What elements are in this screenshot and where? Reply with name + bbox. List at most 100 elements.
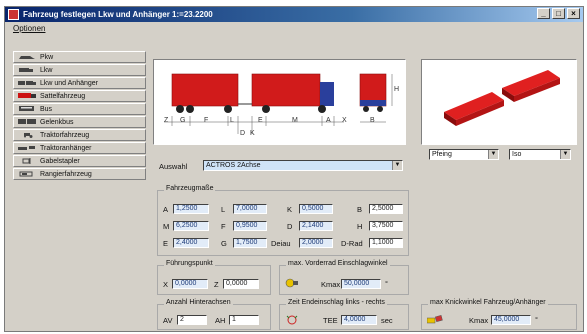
vehicle-3d-render [444, 70, 560, 126]
title-bar[interactable]: Fahrzeug festlegen Lkw und Anhänger 1:=2… [5, 7, 583, 22]
truck-trailer-icon [18, 81, 36, 85]
window-title: Fahrzeug festlegen Lkw und Anhänger 1:=2… [23, 10, 213, 19]
semi-truck-icon [18, 93, 36, 98]
vorderrad-kmax-field[interactable]: 50,0000 [341, 279, 381, 289]
articulation-angle-icon [427, 315, 443, 324]
dim-label-l: L [230, 117, 234, 124]
dim-d-label: D [287, 222, 293, 231]
endeinschlag-unit: sec [381, 316, 393, 325]
bus-icon [19, 106, 34, 111]
endeinschlag-tee-field[interactable]: 4,0000 [341, 315, 377, 325]
view-angle-select[interactable]: Iso ▼ [509, 149, 571, 160]
nav-label: Traktorfahrzeug [40, 131, 90, 139]
dim-g-label: G [221, 239, 227, 248]
dim-f-field[interactable]: 0,9500 [233, 221, 267, 231]
dim-m-label: M [163, 222, 170, 231]
fahrzeugmasse-title: Fahrzeugmaße [164, 185, 216, 192]
vehicle-3d-preview [421, 59, 577, 145]
menu-optionen[interactable]: Optionen [13, 24, 45, 33]
dim-h-field[interactable]: 3,7500 [369, 221, 403, 231]
articulated-bus-icon [18, 119, 36, 124]
dim-k-label: K [287, 205, 293, 214]
vehicle-side-view-diagram [164, 73, 393, 134]
dim-label-k: K [250, 130, 255, 137]
dim-l-label: L [221, 205, 226, 214]
dim-deiau-label: Deiau [271, 239, 291, 248]
dim-k-field[interactable]: 0,5000 [299, 204, 333, 214]
vorderrad-unit: ° [385, 279, 388, 288]
dim-h-label: H [357, 222, 363, 231]
car-icon [19, 56, 35, 59]
menu-bar: Optionen [5, 23, 583, 36]
view-mode-select[interactable]: Pfeing ▼ [429, 149, 499, 160]
tractor-icon [24, 133, 33, 138]
nav-label: Gabelstapler [40, 157, 80, 165]
nav-item-sattelfahrzeug[interactable]: Sattelfahrzeug [13, 90, 146, 102]
nav-item-rangierfahrzeug[interactable]: Rangierfahrzeug [13, 168, 146, 180]
minimize-button[interactable]: _ [537, 8, 550, 19]
dim-label-a: A [326, 117, 331, 124]
vorderrad-kmax-label: Kmax [321, 280, 341, 289]
maximize-button[interactable]: □ [552, 8, 565, 19]
vehicle-type-list: Pkw Lkw Lkw und Anhänger Sattelfahrzeug … [13, 51, 146, 181]
dim-drad-field[interactable]: 1,1000 [369, 238, 403, 248]
fuehrungspunkt-x-label: X [163, 280, 169, 289]
nav-item-lkw[interactable]: Lkw [13, 64, 146, 76]
dim-label-b: B [370, 117, 375, 124]
dim-b-field[interactable]: 2,5000 [369, 204, 403, 214]
dim-e-label: E [163, 239, 169, 248]
dim-label-f: F [204, 117, 209, 124]
dim-label-g: G [180, 117, 186, 124]
auswahl-select[interactable]: ACTROS 2Achse ▼ [203, 160, 403, 171]
endeinschlag-title: Zeit Endeinschlag links - rechts [286, 299, 387, 306]
dim-deiau-field[interactable]: 2,0000 [299, 238, 333, 248]
fuehrungspunkt-z-field[interactable]: 0,0000 [223, 279, 259, 289]
endeinschlag-tee-label: TEE [323, 316, 338, 325]
fuehrungspunkt-title: Führungspunkt [164, 260, 215, 267]
hinterachsen-av-field[interactable]: 2 [177, 315, 207, 325]
nav-item-gelenkbus[interactable]: Gelenkbus [13, 116, 146, 128]
dim-l-field[interactable]: 7,0000 [233, 204, 267, 214]
dim-g-field[interactable]: 1,7500 [233, 238, 267, 248]
dim-e-field[interactable]: 2,4000 [173, 238, 209, 248]
truck-icon [19, 68, 33, 72]
chevron-down-icon: ▼ [488, 150, 498, 159]
vehicle-definition-window: Fahrzeug festlegen Lkw und Anhänger 1:=2… [4, 6, 584, 332]
auswahl-label: Auswahl [159, 162, 188, 171]
steering-wheel-icon [285, 278, 298, 288]
knickwinkel-unit: ° [535, 315, 538, 324]
hinterachsen-title: Anzahl Hinterachsen [164, 299, 233, 306]
knickwinkel-kmax-field[interactable]: 45,0000 [491, 315, 531, 325]
chevron-down-icon: ▼ [392, 161, 402, 170]
dim-b-label: B [357, 205, 363, 214]
knickwinkel-title: max Knickwinkel Fahrzeug/Anhänger [428, 299, 548, 306]
nav-item-gabelstapler[interactable]: Gabelstapler [13, 155, 146, 167]
dim-a-field[interactable]: 1,2500 [173, 204, 209, 214]
hinterachsen-ah-field[interactable]: 1 [229, 315, 259, 325]
nav-label: Lkw und Anhänger [40, 79, 98, 87]
dim-label-z: Z [164, 117, 169, 124]
dim-m-field[interactable]: 6,2500 [173, 221, 209, 231]
nav-item-pkw[interactable]: Pkw [13, 51, 146, 63]
nav-item-lkw-anhaenger[interactable]: Lkw und Anhänger [13, 77, 146, 89]
nav-item-bus[interactable]: Bus [13, 103, 146, 115]
hinterachsen-ah-label: AH [215, 316, 226, 325]
dim-d-field[interactable]: 2,1400 [299, 221, 333, 231]
shunting-vehicle-icon [19, 171, 33, 177]
dim-label-x: X [342, 117, 347, 124]
fuehrungspunkt-x-field[interactable]: 0,0000 [172, 279, 208, 289]
app-icon [8, 9, 19, 20]
vorderrad-title: max. Vorderrad Einschlagwinkel [286, 260, 390, 267]
nav-label: Gelenkbus [40, 118, 74, 126]
nav-item-traktorfahrzeug[interactable]: Traktorfahrzeug [13, 129, 146, 141]
nav-item-traktoranhaenger[interactable]: Traktoranhänger [13, 142, 146, 154]
dim-label-h: H [394, 86, 400, 93]
dim-label-e: E [258, 117, 263, 124]
dim-label-d: D [240, 130, 246, 137]
nav-label: Bus [40, 105, 53, 113]
nav-label: Pkw [40, 53, 54, 61]
fuehrungspunkt-z-label: Z [214, 280, 219, 289]
close-button[interactable]: × [567, 8, 580, 19]
steering-turn-icon [286, 315, 298, 325]
dim-a-label: A [163, 205, 169, 214]
